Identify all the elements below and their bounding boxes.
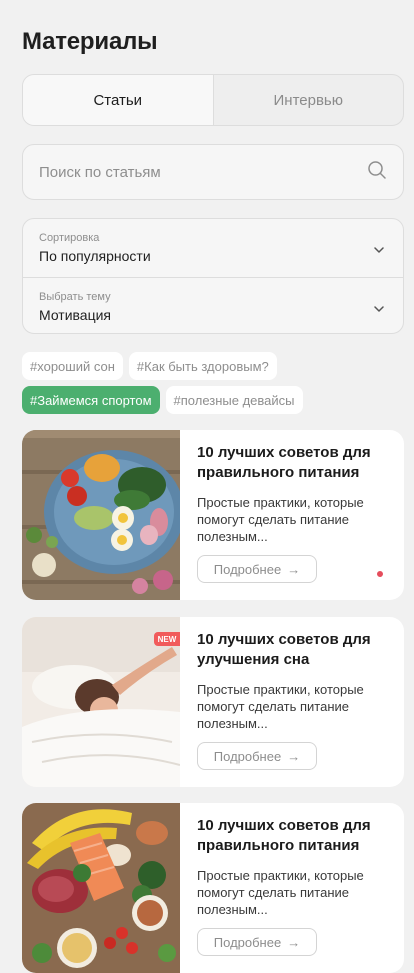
article-description: Простые практики, которые помогут сделат… [197,868,364,917]
arrow-right-icon: → [287,934,301,950]
read-more-label: Подробнее [213,561,282,577]
healthy-groceries-image [22,803,180,973]
article-card[interactable]: 10 лучших советов для правильного питани… [22,430,404,600]
read-more-label: Подробнее [213,934,282,950]
new-badge: NEW [154,632,180,646]
tag-sport[interactable]: #Займемся спортом [22,386,160,414]
sort-label: Сортировка [39,232,100,244]
tab-interviews[interactable]: Интервью [214,75,404,125]
page-title: Материалы [22,28,158,55]
topic-select[interactable]: Выбрать тему Мотивация [23,277,403,333]
content-tabs: Статьи Интервью [22,74,404,126]
article-content: 10 лучших советов для правильного питани… [197,430,392,545]
search-icon[interactable] [367,160,387,185]
read-more-button[interactable]: Подробнее → [197,555,317,583]
article-title: 10 лучших советов для улучшения сна [197,631,371,668]
article-content: 10 лучших советов для улучшения сна Прос… [197,617,392,732]
read-more-label: Подробнее [213,748,282,764]
article-title: 10 лучших советов для правильного питани… [197,444,371,481]
tag-good-sleep[interactable]: #хороший сон [22,352,123,380]
arrow-right-icon: → [287,561,301,577]
sort-select[interactable]: Сортировка По популярности [23,219,403,277]
unread-indicator [377,571,383,577]
article-content: 10 лучших советов для правильного питани… [197,803,392,918]
sort-value: По популярности [39,248,151,264]
tag-list: #хороший сон #Как быть здоровым? #Займем… [22,352,404,420]
read-more-button[interactable]: Подробнее → [197,928,317,956]
article-card[interactable]: NEW 10 лучших советов для улучшения сна … [22,617,404,787]
article-description: Простые практики, которые помогут сделат… [197,682,364,731]
search-input[interactable] [39,163,367,181]
filters-panel: Сортировка По популярности Выбрать тему … [22,218,404,334]
chevron-down-icon [373,241,385,259]
healthy-food-bowl-image [22,430,180,600]
read-more-button[interactable]: Подробнее → [197,742,317,770]
arrow-right-icon: → [287,748,301,764]
sleeping-woman-image: NEW [22,617,180,787]
topic-value: Мотивация [39,307,112,323]
article-description: Простые практики, которые помогут сделат… [197,495,364,544]
topic-label: Выбрать тему [39,291,111,303]
tag-how-to-be-healthy[interactable]: #Как быть здоровым? [128,352,277,380]
search-box [22,144,404,200]
tag-useful-devices[interactable]: #полезные девайсы [165,386,303,414]
article-title: 10 лучших советов для правильного питани… [197,817,371,854]
tab-articles[interactable]: Статьи [23,75,214,125]
article-card[interactable]: 10 лучших советов для правильного питани… [22,803,404,973]
materials-screen: Материалы Статьи Интервью Сортировка По … [0,0,414,973]
chevron-down-icon [373,300,385,318]
